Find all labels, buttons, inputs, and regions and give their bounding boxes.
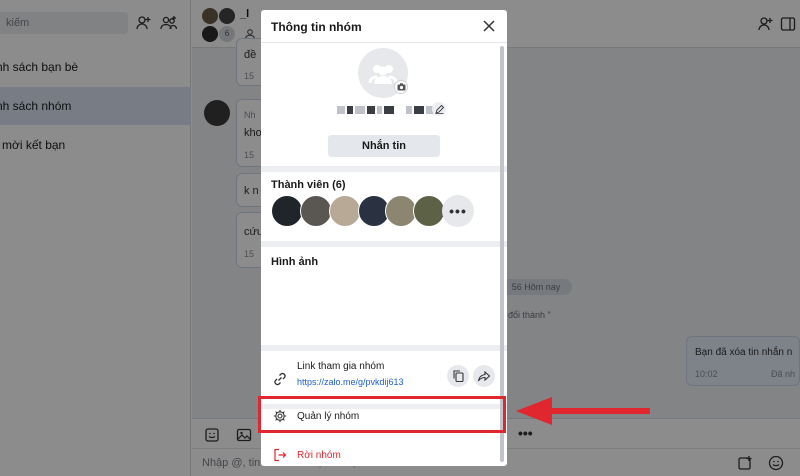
member-avatar[interactable]: [329, 195, 361, 227]
members-title[interactable]: Thành viên (6): [271, 179, 346, 191]
pointer-arrow: [512, 396, 652, 426]
highlight-box: [258, 396, 506, 433]
send-message-button[interactable]: Nhắn tin: [328, 135, 440, 157]
leave-group-label: Rời nhóm: [297, 450, 341, 461]
section-divider: [261, 166, 507, 172]
group-name-redacted: [337, 103, 434, 117]
dialog-header: Thông tin nhóm: [261, 10, 507, 43]
exit-icon: [273, 448, 287, 462]
join-link-title: Link tham gia nhóm: [297, 361, 385, 372]
close-icon[interactable]: [481, 18, 497, 34]
member-avatar[interactable]: [413, 195, 445, 227]
section-divider: [261, 345, 507, 351]
dialog-title: Thông tin nhóm: [271, 20, 362, 34]
app-window: kiếm nh sách bạn bè nh sách nhóm i mời k…: [0, 0, 800, 476]
member-avatar[interactable]: [300, 195, 332, 227]
member-avatar[interactable]: [271, 195, 303, 227]
section-divider: [261, 241, 507, 247]
link-icon: [272, 371, 288, 387]
leave-group-row[interactable]: Rời nhóm: [261, 443, 507, 466]
images-title[interactable]: Hình ảnh: [271, 256, 318, 268]
camera-icon[interactable]: [394, 80, 408, 94]
more-members-button[interactable]: •••: [442, 195, 474, 227]
edit-name-icon[interactable]: [432, 102, 446, 116]
copy-icon[interactable]: [447, 365, 469, 387]
join-link-url[interactable]: https://zalo.me/g/pvkdij613: [297, 377, 404, 387]
share-icon[interactable]: [473, 365, 495, 387]
